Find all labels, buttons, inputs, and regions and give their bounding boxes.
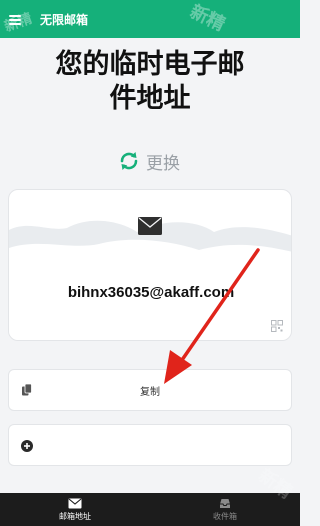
plus-circle-icon: [21, 440, 33, 452]
inbox-icon: [220, 498, 230, 508]
page-title-line1: 您的临时电子邮: [55, 49, 245, 80]
copy-label: 复制: [140, 386, 160, 398]
page-title-line2: 件地址: [109, 83, 191, 114]
refresh-button[interactable]: 更换: [117, 148, 180, 174]
page-title: 您的临时电子邮 件地址: [0, 48, 300, 116]
nav-item-inbox[interactable]: 收件箱: [150, 493, 300, 526]
qr-code-icon[interactable]: [271, 320, 283, 332]
refresh-label: 更换: [146, 153, 180, 174]
nav-label-email-address: 邮箱地址: [59, 511, 91, 521]
refresh-icon: [120, 152, 138, 170]
mail-icon: [68, 498, 82, 508]
email-address[interactable]: bihnx36035@akaff.com: [9, 284, 291, 301]
hamburger-icon: [9, 14, 21, 25]
menu-button[interactable]: [0, 0, 30, 38]
mail-icon: [138, 217, 162, 235]
email-card: bihnx36035@akaff.com: [8, 189, 292, 341]
copy-button[interactable]: 复制: [8, 369, 292, 411]
nav-item-email-address[interactable]: 邮箱地址: [0, 493, 150, 526]
app-title: 无限邮箱: [40, 12, 89, 27]
nav-label-inbox: 收件箱: [213, 511, 237, 521]
bottom-nav: 邮箱地址 收件箱: [0, 493, 300, 526]
cloud-background: [9, 220, 291, 340]
app-bar: 无限邮箱: [0, 0, 300, 38]
add-button[interactable]: [8, 424, 292, 466]
copy-icon: [22, 384, 32, 396]
